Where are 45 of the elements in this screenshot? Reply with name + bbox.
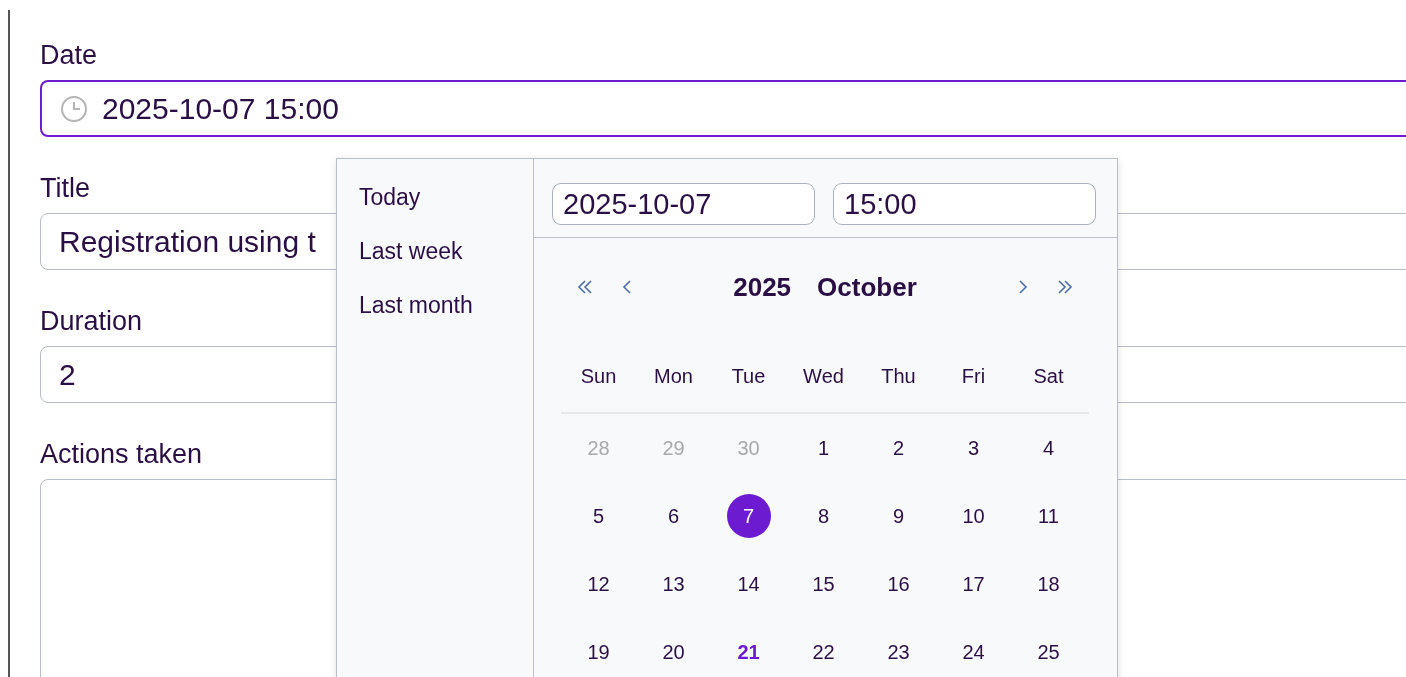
calendar-day[interactable]: 7 bbox=[726, 494, 771, 538]
calendar-day[interactable]: 4 bbox=[1026, 426, 1071, 470]
weekday-label: Sun bbox=[580, 365, 617, 388]
calendar-day[interactable]: 9 bbox=[876, 494, 921, 538]
calendar-day[interactable]: 3 bbox=[951, 426, 996, 470]
weekday-label: Fri bbox=[961, 365, 986, 388]
shortcut-option[interactable]: Today bbox=[359, 183, 421, 212]
calendar-day[interactable]: 19 bbox=[576, 630, 621, 674]
calendar-day[interactable]: 10 bbox=[951, 494, 996, 538]
field-label: Title bbox=[40, 172, 90, 205]
calendar-day[interactable]: 24 bbox=[951, 630, 996, 674]
calendar-day[interactable]: 25 bbox=[1026, 630, 1071, 674]
calendar-day[interactable]: 6 bbox=[651, 494, 696, 538]
calendar-day[interactable]: 15 bbox=[801, 562, 846, 606]
date-field[interactable]: 2025-10-07 15:00 bbox=[40, 80, 1406, 137]
field-label: Date bbox=[40, 39, 98, 72]
calendar-day[interactable]: 14 bbox=[726, 562, 771, 606]
calendar-day[interactable]: 23 bbox=[876, 630, 921, 674]
weekday-label: Thu bbox=[881, 365, 916, 388]
shortcut-option[interactable]: Last week bbox=[359, 237, 463, 266]
calendar-day[interactable]: 2 bbox=[876, 426, 921, 470]
clock-icon bbox=[60, 94, 88, 123]
calendar-day[interactable]: 21 bbox=[726, 630, 771, 674]
field-label: Duration bbox=[40, 305, 143, 338]
calendar-day[interactable]: 22 bbox=[801, 630, 846, 674]
calendar-day[interactable]: 5 bbox=[576, 494, 621, 538]
calendar-day[interactable]: 12 bbox=[576, 562, 621, 606]
field-label: Actions taken bbox=[40, 438, 203, 471]
weekday-label: Wed bbox=[803, 365, 844, 388]
calendar-day[interactable]: 17 bbox=[951, 562, 996, 606]
date-input[interactable]: 2025-10-07 bbox=[552, 183, 815, 225]
year-label[interactable]: 2025 bbox=[733, 271, 792, 303]
month-label[interactable]: October bbox=[817, 271, 917, 303]
calendar-day[interactable]: 8 bbox=[801, 494, 846, 538]
calendar-day[interactable]: 13 bbox=[651, 562, 696, 606]
calendar-day[interactable]: 1 bbox=[801, 426, 846, 470]
weekday-label: Mon bbox=[654, 365, 693, 388]
calendar-day[interactable]: 18 bbox=[1026, 562, 1071, 606]
weekday-label: Sat bbox=[1033, 365, 1064, 388]
time-input[interactable]: 15:00 bbox=[833, 183, 1096, 225]
calendar-day[interactable]: 11 bbox=[1026, 494, 1071, 538]
calendar-day[interactable]: 16 bbox=[876, 562, 921, 606]
weekday-label: Tue bbox=[731, 365, 766, 388]
shortcut-option[interactable]: Last month bbox=[359, 291, 473, 320]
calendar-day[interactable]: 20 bbox=[651, 630, 696, 674]
